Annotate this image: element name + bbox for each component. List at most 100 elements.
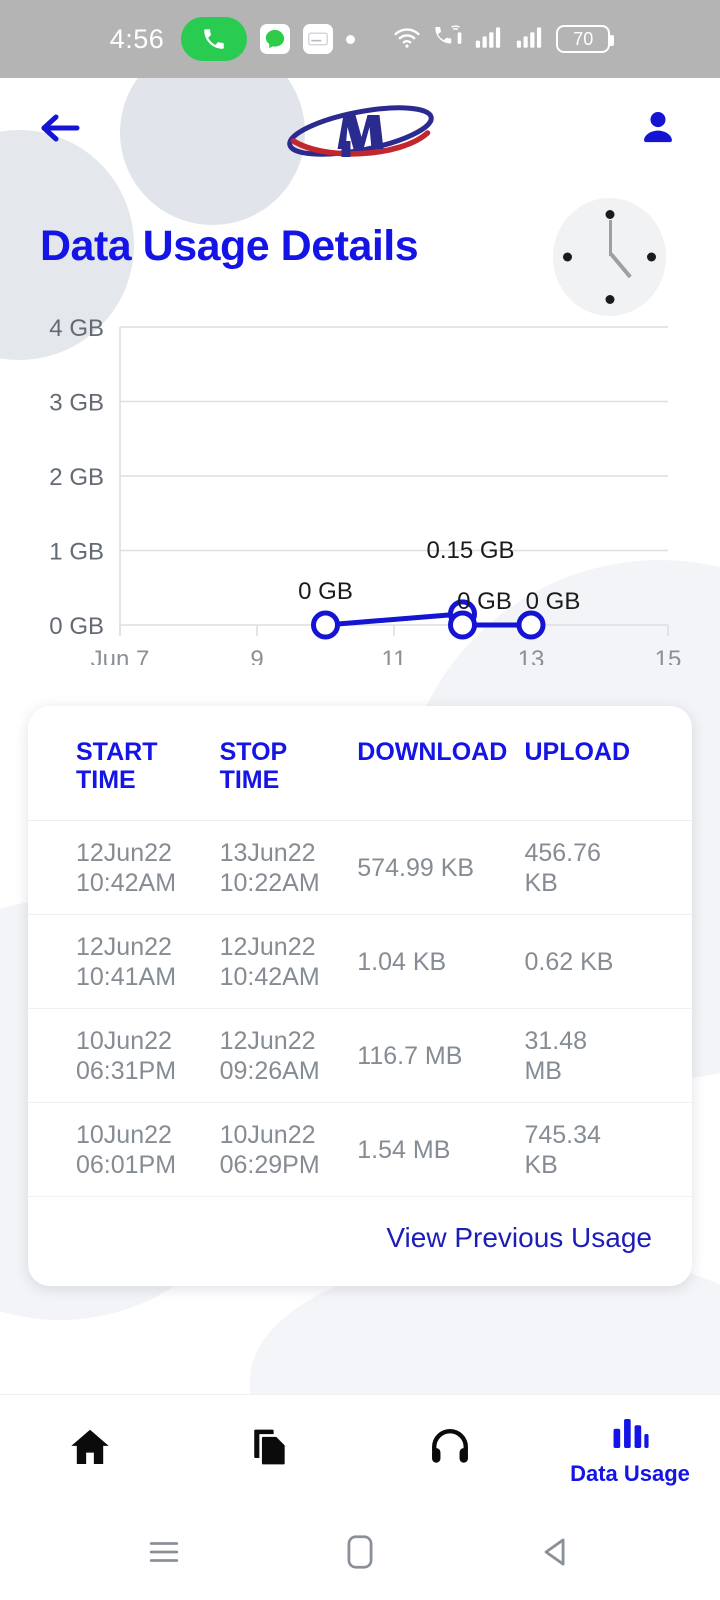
bar-chart-icon <box>613 1418 649 1448</box>
header-line-1: START <box>76 738 158 766</box>
cell-line-2: 10:42AM <box>76 868 177 897</box>
x-axis-tick-label: 9 <box>250 646 263 665</box>
column-header-stop-time: STOP TIME <box>220 738 358 794</box>
y-axis-tick-label: 2 GB <box>49 464 104 491</box>
chat-icon <box>260 24 291 54</box>
profile-button[interactable] <box>630 100 686 156</box>
clock-dot <box>563 252 572 262</box>
documents-icon <box>254 1429 285 1464</box>
header-line-2: TIME <box>219 766 280 794</box>
back-button-system[interactable] <box>533 1529 579 1575</box>
cell-start-time: 10Jun22 06:31PM <box>76 1026 220 1086</box>
table-header-row: START TIME STOP TIME DOWNLOAD UPLOAD <box>28 706 692 821</box>
status-bar: 4:56 70 <box>0 0 720 78</box>
data-point-label: 0.15 GB <box>426 537 514 564</box>
view-previous-usage-link[interactable]: View Previous Usage <box>386 1222 652 1254</box>
cell-line-1: 456.76 <box>524 838 601 867</box>
status-right-icons: 70 <box>392 24 615 55</box>
column-header-download: DOWNLOAD <box>357 738 508 766</box>
nav-item-documents[interactable] <box>180 1425 360 1475</box>
cell-line-2: KB <box>524 868 558 897</box>
cell-line-2: 06:31PM <box>76 1056 177 1085</box>
headphones-icon <box>432 1428 468 1463</box>
x-axis-tick-label: 11 <box>382 646 407 665</box>
back-button[interactable] <box>32 100 88 156</box>
cell-start-time: 10Jun22 06:01PM <box>76 1120 220 1180</box>
menu-icon <box>149 1542 179 1562</box>
company-logo <box>273 90 448 166</box>
header-line-1: STOP <box>219 738 288 766</box>
status-time: 4:56 <box>109 23 165 54</box>
column-header-start-time: START TIME <box>76 738 220 794</box>
cell-stop-time: 12Jun22 09:26AM <box>220 1026 358 1086</box>
nav-item-home[interactable] <box>0 1425 180 1475</box>
recents-button[interactable] <box>141 1529 187 1575</box>
data-line <box>323 611 534 628</box>
cell-line-1: 10Jun22 <box>76 1120 172 1149</box>
cell-line-1: 12Jun22 <box>76 932 172 961</box>
data-point-marker[interactable] <box>311 610 340 640</box>
clock-minute-hand <box>609 220 612 256</box>
nav-item-data-usage[interactable]: Data Usage <box>540 1413 720 1487</box>
table-row[interactable]: 12Jun22 10:42AM 13Jun22 10:22AM 574.99 K… <box>28 821 692 915</box>
table-row[interactable]: 10Jun22 06:01PM 10Jun22 06:29PM 1.54 MB … <box>28 1103 692 1197</box>
bottom-navigation: Data Usage <box>0 1394 720 1504</box>
cell-line-1: 12Jun22 <box>219 932 316 961</box>
clock-dot <box>647 252 656 262</box>
usage-table-card: START TIME STOP TIME DOWNLOAD UPLOAD 12J… <box>28 706 692 1286</box>
table-row[interactable]: 12Jun22 10:41AM 12Jun22 10:42AM 1.04 KB … <box>28 915 692 1009</box>
cell-upload: 0.62 KB <box>524 947 614 976</box>
cell-line-2: MB <box>524 1056 562 1085</box>
cell-line-1: 12Jun22 <box>76 838 172 867</box>
cell-line-2: 10:41AM <box>76 962 177 991</box>
profile-icon <box>644 112 672 143</box>
chart-svg: 0 GB 1 GB 2 GB 3 GB 4 GB Jun 7 9 11 13 15 0 GB 0.15… <box>49 315 681 665</box>
back-triangle-icon <box>544 1538 565 1566</box>
cell-download: 116.7 MB <box>357 1041 463 1070</box>
cell-stop-time: 12Jun22 10:42AM <box>220 932 358 992</box>
back-arrow-icon <box>41 114 80 142</box>
nav-label-data-usage: Data Usage <box>570 1460 690 1486</box>
system-navigation-bar <box>0 1504 720 1600</box>
app-header <box>0 78 720 178</box>
phone-call-icon <box>181 17 248 61</box>
y-axis-tick-label: 4 GB <box>49 315 104 342</box>
data-point-marker[interactable] <box>448 610 477 640</box>
clock-illustration <box>553 198 666 316</box>
cell-line-1: 31.48 <box>524 1026 588 1055</box>
x-axis-tick-label: Jun 7 <box>91 646 150 665</box>
home-icon <box>71 1429 109 1464</box>
dot-icon <box>346 34 356 44</box>
data-point-label: 0 GB <box>457 588 512 615</box>
signal-icon-1 <box>474 25 504 54</box>
clock-hour-hand <box>609 252 632 279</box>
cell-download: 1.54 MB <box>357 1135 451 1164</box>
y-axis-tick-label: 3 GB <box>49 390 104 417</box>
cell-upload: 31.48 MB <box>524 1026 672 1086</box>
nav-item-support[interactable] <box>360 1425 540 1475</box>
cell-line-2: 09:26AM <box>219 1056 320 1085</box>
page-title: Data Usage Details <box>40 222 419 270</box>
data-point-label: 0 GB <box>298 578 353 605</box>
phone-screen: 4:56 70 Data Usage Details 0 GB 1 GB 2 G… <box>0 0 720 1600</box>
data-point-marker[interactable] <box>516 610 546 640</box>
cell-line-1: 745.34 <box>524 1120 601 1149</box>
cell-line-2: 06:01PM <box>76 1150 177 1179</box>
clock-dot <box>605 295 614 304</box>
cell-line-2: 10:42AM <box>219 962 320 991</box>
y-axis-tick-label: 1 GB <box>49 539 104 566</box>
logo-icon <box>286 105 434 157</box>
clock-dot <box>605 210 614 219</box>
column-header-upload: UPLOAD <box>524 738 631 766</box>
cell-upload: 456.76 KB <box>524 838 672 898</box>
cell-stop-time: 10Jun22 06:29PM <box>220 1120 358 1180</box>
home-button[interactable] <box>337 1529 383 1575</box>
table-row[interactable]: 10Jun22 06:31PM 12Jun22 09:26AM 116.7 MB… <box>28 1009 692 1103</box>
cell-line-2: 06:29PM <box>219 1150 320 1179</box>
cell-start-time: 12Jun22 10:42AM <box>76 838 220 898</box>
data-usage-chart: 0 GB 1 GB 2 GB 3 GB 4 GB Jun 7 9 11 13 15 0 GB 0.15… <box>0 305 720 665</box>
cell-upload: 745.34 KB <box>524 1120 672 1180</box>
cell-line-2: 10:22AM <box>219 868 320 897</box>
home-square-icon <box>347 1535 373 1569</box>
signal-icon-2 <box>515 25 545 54</box>
